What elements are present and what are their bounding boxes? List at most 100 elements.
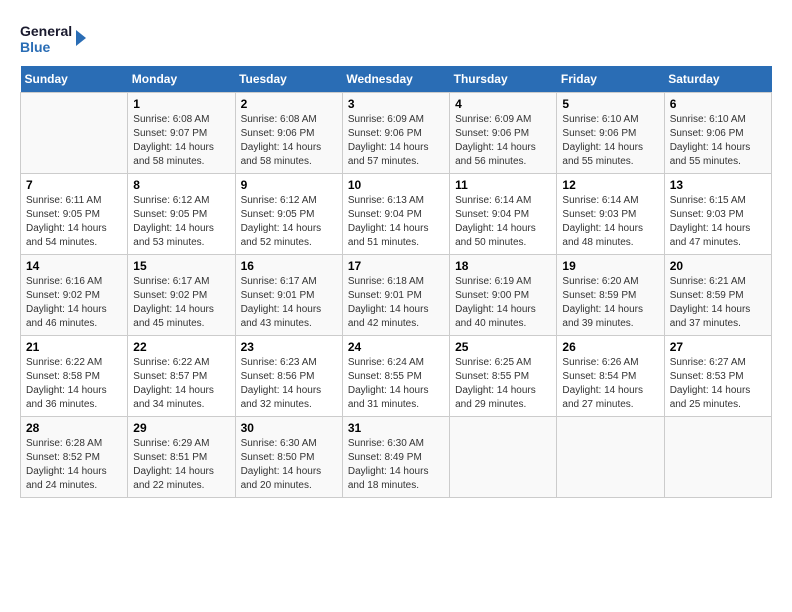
day-cell: 7 Sunrise: 6:11 AM Sunset: 9:05 PM Daylig… [21,174,128,255]
day-number: 5 [562,97,658,111]
day-cell: 31 Sunrise: 6:30 AM Sunset: 8:49 PM Dayli… [342,417,449,498]
day-number: 30 [241,421,337,435]
day-cell [21,93,128,174]
day-cell: 1 Sunrise: 6:08 AM Sunset: 9:07 PM Daylig… [128,93,235,174]
day-cell: 24 Sunrise: 6:24 AM Sunset: 8:55 PM Dayli… [342,336,449,417]
day-cell: 19Sunrise: 6:20 AM Sunset: 8:59 PM Dayli… [557,255,664,336]
day-cell: 14Sunrise: 6:16 AM Sunset: 9:02 PM Dayli… [21,255,128,336]
week-row-4: 21 Sunrise: 6:22 AM Sunset: 8:58 PM Dayli… [21,336,772,417]
header-cell-monday: Monday [128,66,235,93]
day-info: Sunrise: 6:11 AM Sunset: 9:05 PM Dayligh… [26,194,122,250]
day-info: Sunrise: 6:22 AM Sunset: 8:57 PM Dayligh… [133,356,229,412]
week-row-3: 14Sunrise: 6:16 AM Sunset: 9:02 PM Dayli… [21,255,772,336]
day-info: Sunrise: 6:24 AM Sunset: 8:55 PM Dayligh… [348,356,444,412]
day-cell: 28 Sunrise: 6:28 AM Sunset: 8:52 PM Dayli… [21,417,128,498]
day-cell: 12 Sunrise: 6:14 AM Sunset: 9:03 PM Dayli… [557,174,664,255]
day-info: Sunrise: 6:15 AM Sunset: 9:03 PM Dayligh… [670,194,766,250]
day-info: Sunrise: 6:30 AM Sunset: 8:50 PM Dayligh… [241,437,337,493]
day-cell: 21 Sunrise: 6:22 AM Sunset: 8:58 PM Dayli… [21,336,128,417]
header-cell-wednesday: Wednesday [342,66,449,93]
day-cell [664,417,771,498]
header-cell-sunday: Sunday [21,66,128,93]
day-cell: 22 Sunrise: 6:22 AM Sunset: 8:57 PM Dayli… [128,336,235,417]
day-cell [557,417,664,498]
day-cell: 18Sunrise: 6:19 AM Sunset: 9:00 PM Dayli… [450,255,557,336]
logo-svg: GeneralBlue [20,20,90,56]
day-info: Sunrise: 6:17 AM Sunset: 9:02 PM Dayligh… [133,275,229,331]
day-info: Sunrise: 6:19 AM Sunset: 9:00 PM Dayligh… [455,275,551,331]
calendar-table: SundayMondayTuesdayWednesdayThursdayFrid… [20,66,772,498]
day-info: Sunrise: 6:08 AM Sunset: 9:07 PM Dayligh… [133,113,229,169]
day-cell: 27 Sunrise: 6:27 AM Sunset: 8:53 PM Dayli… [664,336,771,417]
day-info: Sunrise: 6:22 AM Sunset: 8:58 PM Dayligh… [26,356,122,412]
day-info: Sunrise: 6:13 AM Sunset: 9:04 PM Dayligh… [348,194,444,250]
day-info: Sunrise: 6:20 AM Sunset: 8:59 PM Dayligh… [562,275,658,331]
day-info: Sunrise: 6:29 AM Sunset: 8:51 PM Dayligh… [133,437,229,493]
day-number: 29 [133,421,229,435]
day-number: 6 [670,97,766,111]
day-number: 21 [26,340,122,354]
day-info: Sunrise: 6:08 AM Sunset: 9:06 PM Dayligh… [241,113,337,169]
day-cell: 9 Sunrise: 6:12 AM Sunset: 9:05 PM Daylig… [235,174,342,255]
day-info: Sunrise: 6:17 AM Sunset: 9:01 PM Dayligh… [241,275,337,331]
day-number: 27 [670,340,766,354]
day-cell: 10 Sunrise: 6:13 AM Sunset: 9:04 PM Dayli… [342,174,449,255]
day-number: 15 [133,259,229,273]
week-row-2: 7 Sunrise: 6:11 AM Sunset: 9:05 PM Daylig… [21,174,772,255]
day-cell: 23Sunrise: 6:23 AM Sunset: 8:56 PM Dayli… [235,336,342,417]
day-info: Sunrise: 6:21 AM Sunset: 8:59 PM Dayligh… [670,275,766,331]
day-info: Sunrise: 6:28 AM Sunset: 8:52 PM Dayligh… [26,437,122,493]
day-cell: 17 Sunrise: 6:18 AM Sunset: 9:01 PM Dayli… [342,255,449,336]
day-number: 25 [455,340,551,354]
day-number: 31 [348,421,444,435]
day-number: 24 [348,340,444,354]
header-row: SundayMondayTuesdayWednesdayThursdayFrid… [21,66,772,93]
day-number: 26 [562,340,658,354]
day-number: 23 [241,340,337,354]
day-info: Sunrise: 6:09 AM Sunset: 9:06 PM Dayligh… [348,113,444,169]
day-info: Sunrise: 6:12 AM Sunset: 9:05 PM Dayligh… [133,194,229,250]
day-number: 10 [348,178,444,192]
day-cell: 6 Sunrise: 6:10 AM Sunset: 9:06 PM Daylig… [664,93,771,174]
page-header: GeneralBlue [20,20,772,56]
header-cell-tuesday: Tuesday [235,66,342,93]
day-info: Sunrise: 6:12 AM Sunset: 9:05 PM Dayligh… [241,194,337,250]
day-number: 13 [670,178,766,192]
day-info: Sunrise: 6:27 AM Sunset: 8:53 PM Dayligh… [670,356,766,412]
day-cell: 30 Sunrise: 6:30 AM Sunset: 8:50 PM Dayli… [235,417,342,498]
svg-text:General: General [20,23,72,39]
day-number: 7 [26,178,122,192]
day-info: Sunrise: 6:09 AM Sunset: 9:06 PM Dayligh… [455,113,551,169]
day-number: 2 [241,97,337,111]
day-info: Sunrise: 6:14 AM Sunset: 9:03 PM Dayligh… [562,194,658,250]
day-number: 28 [26,421,122,435]
day-info: Sunrise: 6:25 AM Sunset: 8:55 PM Dayligh… [455,356,551,412]
logo: GeneralBlue [20,20,90,56]
header-cell-thursday: Thursday [450,66,557,93]
day-info: Sunrise: 6:16 AM Sunset: 9:02 PM Dayligh… [26,275,122,331]
day-number: 9 [241,178,337,192]
day-info: Sunrise: 6:10 AM Sunset: 9:06 PM Dayligh… [670,113,766,169]
day-info: Sunrise: 6:14 AM Sunset: 9:04 PM Dayligh… [455,194,551,250]
day-cell: 5 Sunrise: 6:10 AM Sunset: 9:06 PM Daylig… [557,93,664,174]
day-number: 12 [562,178,658,192]
day-number: 16 [241,259,337,273]
day-cell: 26Sunrise: 6:26 AM Sunset: 8:54 PM Dayli… [557,336,664,417]
day-info: Sunrise: 6:30 AM Sunset: 8:49 PM Dayligh… [348,437,444,493]
day-cell: 8Sunrise: 6:12 AM Sunset: 9:05 PM Daylig… [128,174,235,255]
day-info: Sunrise: 6:18 AM Sunset: 9:01 PM Dayligh… [348,275,444,331]
day-number: 20 [670,259,766,273]
day-number: 22 [133,340,229,354]
week-row-1: 1 Sunrise: 6:08 AM Sunset: 9:07 PM Daylig… [21,93,772,174]
day-number: 3 [348,97,444,111]
day-number: 4 [455,97,551,111]
day-info: Sunrise: 6:10 AM Sunset: 9:06 PM Dayligh… [562,113,658,169]
day-cell: 3 Sunrise: 6:09 AM Sunset: 9:06 PM Daylig… [342,93,449,174]
day-cell: 16 Sunrise: 6:17 AM Sunset: 9:01 PM Dayli… [235,255,342,336]
day-cell: 11Sunrise: 6:14 AM Sunset: 9:04 PM Dayli… [450,174,557,255]
header-cell-saturday: Saturday [664,66,771,93]
day-cell [450,417,557,498]
week-row-5: 28 Sunrise: 6:28 AM Sunset: 8:52 PM Dayli… [21,417,772,498]
day-number: 17 [348,259,444,273]
day-number: 1 [133,97,229,111]
